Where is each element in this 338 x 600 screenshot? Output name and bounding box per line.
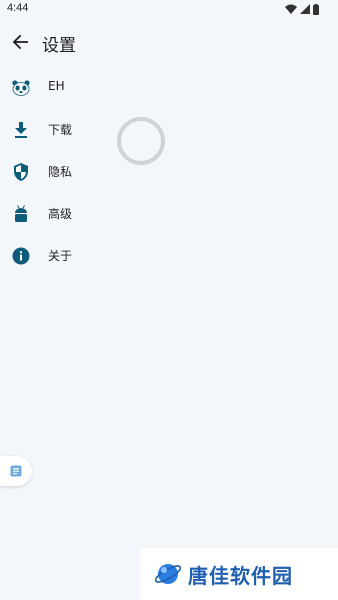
settings-menu: EH 下载 隐私 高级 关于 xyxy=(0,66,338,276)
status-time: 4:44 xyxy=(7,2,29,14)
planet-logo-icon xyxy=(154,564,182,584)
panda-icon xyxy=(11,78,31,98)
signal-icon xyxy=(300,4,310,14)
menu-item-about[interactable]: 关于 xyxy=(0,234,338,276)
app-bar: 设置 xyxy=(0,22,338,62)
menu-item-label: 隐私 xyxy=(48,165,73,179)
menu-item-label: 高级 xyxy=(48,207,73,221)
status-icons xyxy=(285,3,319,15)
download-icon xyxy=(11,120,31,140)
menu-item-eh[interactable]: EH xyxy=(0,66,338,108)
watermark-text: 唐佳软件园 xyxy=(188,563,293,588)
shield-icon xyxy=(11,162,31,182)
battery-icon xyxy=(313,3,319,15)
note-icon xyxy=(10,465,22,477)
menu-item-label: 关于 xyxy=(48,249,73,263)
wifi-icon xyxy=(285,4,297,14)
menu-item-download[interactable]: 下载 xyxy=(0,108,338,150)
status-bar: 4:44 xyxy=(0,0,338,18)
menu-item-privacy[interactable]: 隐私 xyxy=(0,150,338,192)
menu-item-advanced[interactable]: 高级 xyxy=(0,192,338,234)
menu-item-label: 下载 xyxy=(48,123,73,137)
arrow-left-icon xyxy=(12,34,28,50)
side-float-button[interactable] xyxy=(0,456,32,486)
loading-spinner xyxy=(117,117,165,165)
menu-item-label: EH xyxy=(48,79,65,93)
page-title: 设置 xyxy=(42,36,76,56)
info-icon xyxy=(11,246,31,266)
back-button[interactable] xyxy=(8,30,32,54)
android-icon xyxy=(11,204,31,224)
watermark: 唐佳软件园 xyxy=(140,548,338,600)
